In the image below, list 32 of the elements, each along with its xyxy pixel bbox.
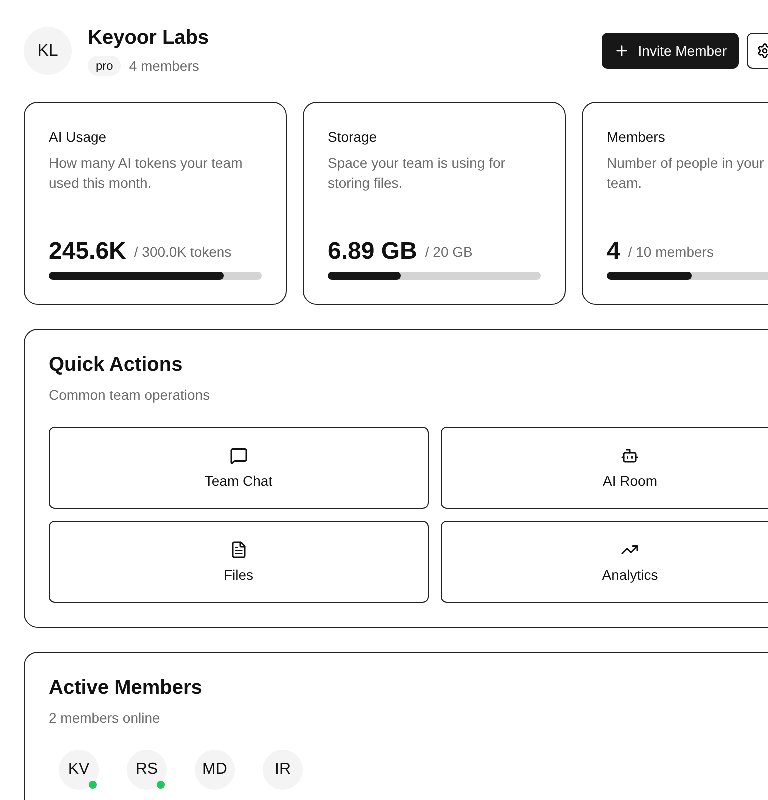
robot-icon bbox=[621, 447, 640, 465]
team-name: Keyoor Labs bbox=[88, 26, 210, 50]
stat-limit: / 10 members bbox=[628, 244, 714, 260]
stat-value: 4 bbox=[607, 238, 620, 266]
plan-badge: pro bbox=[88, 56, 122, 76]
stat-title: Members bbox=[607, 129, 666, 145]
member-avatar[interactable]: KV bbox=[59, 750, 99, 790]
invite-member-button[interactable]: Invite Member bbox=[602, 33, 739, 69]
speech-bubble-icon bbox=[230, 447, 248, 465]
stat-title: AI Usage bbox=[49, 129, 108, 145]
quick-action-button[interactable]: Team Chat bbox=[49, 427, 428, 509]
member-avatar[interactable]: RS bbox=[127, 750, 167, 790]
quick-action-button[interactable]: Analytics bbox=[440, 521, 768, 603]
team-avatar: KL bbox=[24, 27, 72, 75]
stat-description: Number of people in your team. bbox=[607, 154, 766, 193]
member-avatar[interactable]: MD bbox=[195, 750, 235, 790]
document-icon bbox=[230, 541, 248, 559]
member-avatar[interactable]: IR bbox=[263, 750, 303, 790]
stat-description: How many AI tokens your team used this month. bbox=[49, 154, 244, 193]
stat-value: 245.6K bbox=[49, 238, 126, 266]
stat-description: Space your team is using for storing files. bbox=[328, 154, 506, 193]
section-title: Active Members bbox=[49, 677, 204, 700]
stat-limit: / 20 GB bbox=[425, 244, 473, 260]
section-title: Quick Actions bbox=[49, 354, 184, 377]
quick-action-button[interactable]: Files bbox=[49, 521, 428, 603]
quick-action-button[interactable]: AI Room bbox=[440, 427, 768, 509]
stat-limit: / 300.0K tokens bbox=[134, 244, 232, 260]
section-subtitle: Common team operations bbox=[49, 387, 212, 403]
stat-title: Storage bbox=[328, 129, 378, 145]
stat-value: 6.89 GB bbox=[328, 238, 418, 266]
section-subtitle: 2 members online bbox=[49, 710, 162, 726]
member-count: 4 members bbox=[129, 58, 200, 74]
